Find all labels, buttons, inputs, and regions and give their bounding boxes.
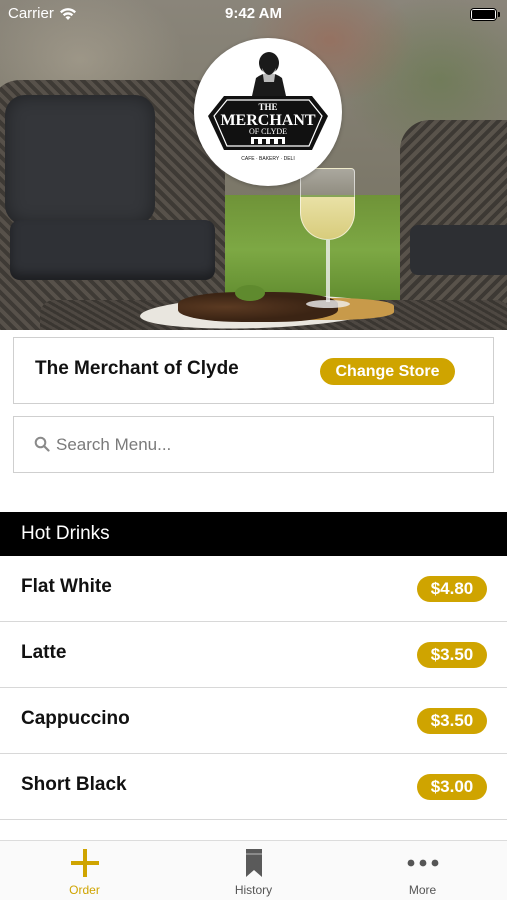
tab-bar: Order History More (0, 840, 507, 900)
menu-list: Flat White $4.80 Latte $3.50 Cappuccino … (0, 556, 507, 820)
tab-more-label: More (408, 883, 437, 897)
search-input[interactable] (56, 431, 476, 459)
menu-item[interactable]: Flat White $4.80 (0, 556, 507, 622)
change-store-button[interactable]: Change Store (320, 358, 455, 385)
tab-order-label: Order (69, 883, 100, 897)
menu-item-name: Cappuccino (21, 708, 130, 729)
tab-order[interactable]: Order (0, 841, 169, 900)
menu-item-name: Short Black (21, 774, 127, 795)
menu-item-price[interactable]: $3.50 (417, 708, 487, 734)
battery-icon (470, 8, 500, 21)
logo-line-1: THE (258, 102, 277, 112)
plus-icon (70, 849, 99, 877)
menu-item-name: Flat White (21, 576, 112, 597)
section-header-hot-drinks: Hot Drinks (0, 512, 507, 556)
menu-item-price[interactable]: $3.00 (417, 774, 487, 800)
tab-history-label: History (234, 883, 273, 897)
search-icon (34, 436, 50, 452)
search-bar[interactable] (13, 416, 494, 473)
tab-history[interactable]: History (169, 841, 338, 900)
bookmark-icon (245, 849, 262, 877)
menu-item[interactable]: Short Black $3.00 (0, 754, 507, 820)
menu-item[interactable]: Cappuccino $3.50 (0, 688, 507, 754)
status-time: 9:42 AM (225, 5, 282, 22)
tab-more[interactable]: More (338, 841, 507, 900)
logo-line-3: OF CLYDE (249, 127, 287, 136)
store-card: The Merchant of Clyde Change Store (13, 337, 494, 404)
menu-item[interactable]: Latte $3.50 (0, 622, 507, 688)
menu-item-price[interactable]: $3.50 (417, 642, 487, 668)
status-bar: Carrier 9:42 AM (0, 0, 507, 28)
store-name: The Merchant of Clyde (35, 358, 239, 379)
store-logo: THE MERCHANT OF CLYDE CAFE · BAKERY · DE… (194, 38, 342, 186)
logo-tagline: CAFE · BAKERY · DELI (241, 156, 294, 162)
more-dots-icon (407, 859, 438, 867)
menu-item-name: Latte (21, 642, 67, 663)
menu-item-price[interactable]: $4.80 (417, 576, 487, 602)
